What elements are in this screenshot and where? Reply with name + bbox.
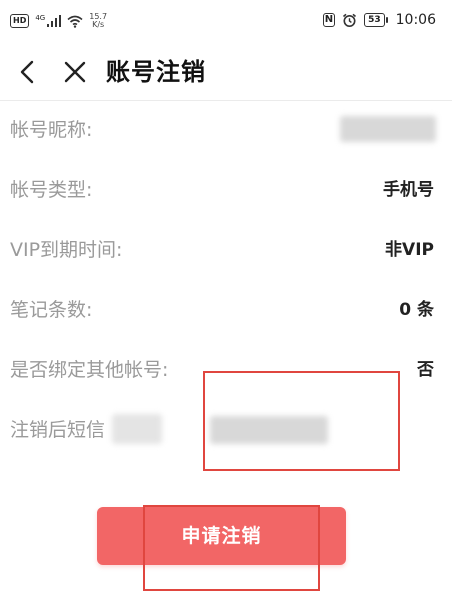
alarm-icon — [343, 13, 357, 27]
row-value: 手机号 — [383, 180, 434, 200]
row-value: 0 条 — [399, 300, 434, 320]
network-type-label: 4G — [35, 14, 46, 22]
network-speed-unit: K/s — [92, 20, 105, 29]
row-value: 非VIP — [385, 240, 434, 260]
row-label: 注销后短信 — [10, 419, 106, 441]
status-bar: HD 4G 15.7 K/s N 53 10:06 — [0, 0, 452, 44]
redacted-value — [340, 116, 436, 142]
network-speed: 15.7 K/s — [89, 13, 107, 29]
row-label: 笔记条数: — [10, 299, 93, 321]
signal-icon: 4G — [35, 14, 62, 27]
page-title: 账号注销 — [106, 58, 206, 86]
chevron-left-icon — [20, 60, 34, 84]
nfc-icon: N — [322, 13, 336, 27]
row-nickname: 帐号昵称: — [0, 100, 452, 158]
annotation-box-button — [143, 505, 320, 591]
close-icon — [64, 61, 86, 83]
row-label: 帐号类型: — [10, 179, 93, 201]
wifi-icon — [67, 15, 83, 28]
page-header: 账号注销 — [0, 44, 452, 101]
row-account-type: 帐号类型: 手机号 — [0, 160, 452, 218]
row-vip-expiry: VIP到期时间: 非VIP — [0, 220, 452, 278]
row-label: 帐号昵称: — [10, 119, 93, 141]
row-label: VIP到期时间: — [10, 239, 123, 261]
status-bar-right: N 53 10:06 — [322, 12, 436, 28]
redacted-label-tail — [112, 414, 162, 444]
status-time: 10:06 — [395, 12, 436, 28]
status-bar-left: HD 4G 15.7 K/s — [10, 13, 107, 29]
annotation-box-sms — [203, 371, 400, 471]
battery-icon: 53 — [364, 13, 388, 27]
account-cancellation-screen: HD 4G 15.7 K/s N 53 10:06 账号注销 帐号昵称: 帐号类… — [0, 0, 452, 600]
row-label: 是否绑定其他帐号: — [10, 359, 169, 381]
close-button[interactable] — [60, 57, 90, 87]
row-value: 否 — [417, 360, 434, 380]
back-button[interactable] — [14, 57, 42, 87]
hd-icon: HD — [10, 14, 30, 28]
row-note-count: 笔记条数: 0 条 — [0, 280, 452, 338]
